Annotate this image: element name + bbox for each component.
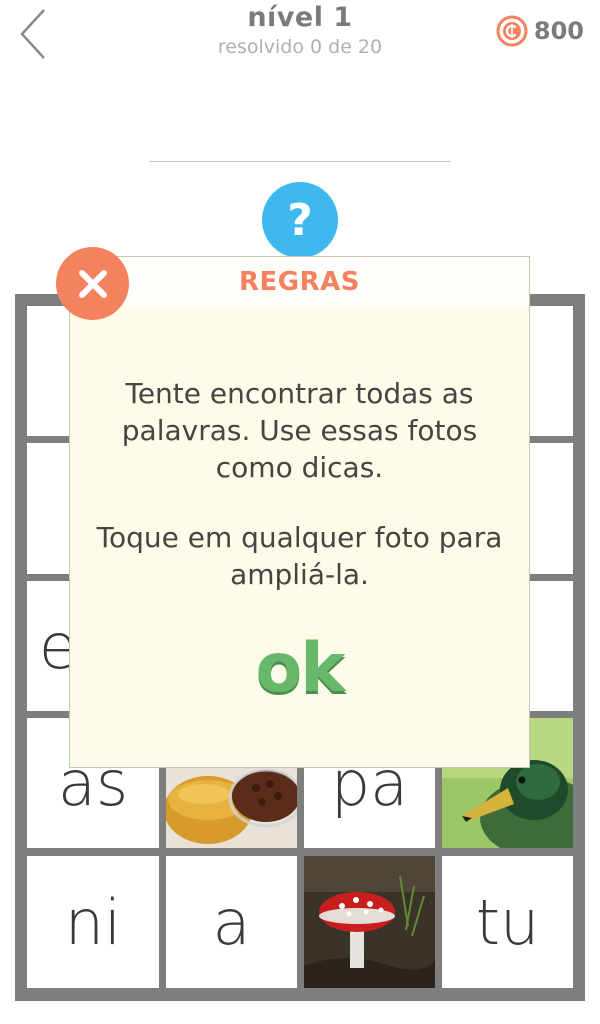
tile[interactable]: ni <box>27 856 159 988</box>
rules-text-1: Tente encontrar todas as palavras. Use e… <box>121 377 478 484</box>
dialog-body: Tente encontrar todas as palavras. Use e… <box>90 375 509 593</box>
mushroom-photo-icon <box>304 856 435 988</box>
tile-label: a <box>212 885 251 959</box>
close-button[interactable] <box>56 247 129 320</box>
coin-value: 800 <box>533 17 584 45</box>
help-button[interactable]: ? <box>262 182 338 258</box>
ok-button[interactable]: ok <box>70 629 529 708</box>
photo-tile[interactable] <box>304 856 435 988</box>
question-icon: ? <box>287 194 313 246</box>
answer-line <box>149 161 451 162</box>
coin-counter[interactable]: 800 <box>496 14 584 48</box>
rules-dialog: REGRAS Tente encontrar todas as palavras… <box>69 256 530 768</box>
tile[interactable]: tu <box>442 856 573 988</box>
tile-label: tu <box>475 885 540 959</box>
tile-label: ni <box>64 885 122 959</box>
tile[interactable]: a <box>166 856 297 988</box>
close-icon <box>78 269 107 298</box>
coin-icon <box>496 15 528 47</box>
rules-text-2: Toque em qualquer foto para ampliá-la. <box>96 521 503 591</box>
dialog-title: REGRAS <box>70 257 529 307</box>
